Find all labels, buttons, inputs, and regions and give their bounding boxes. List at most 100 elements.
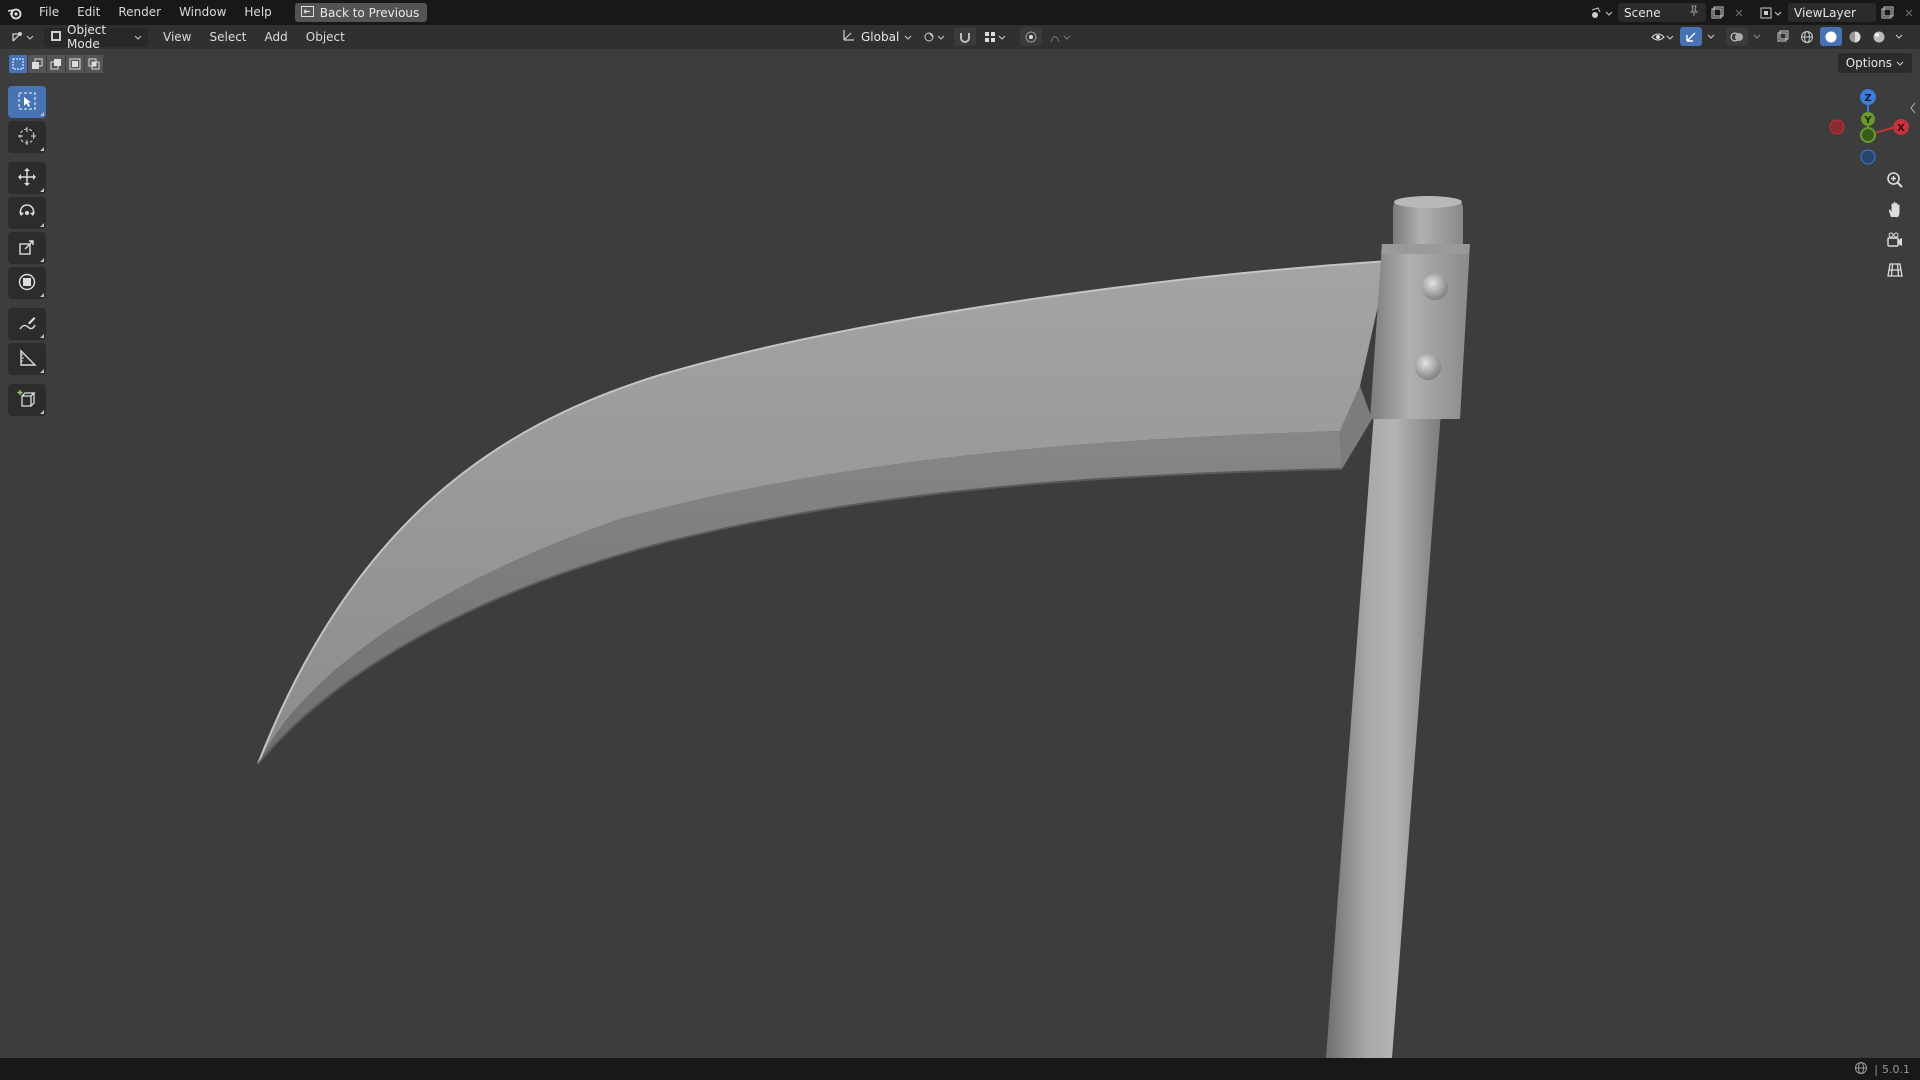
camera-icon <box>1886 231 1904 252</box>
move-icon <box>17 167 37 190</box>
chevron-down-icon <box>134 30 142 44</box>
delete-view-layer-icon[interactable] <box>1898 3 1920 22</box>
perspective-toggle-control[interactable] <box>1882 258 1908 284</box>
version-label: 5.0.1 <box>1882 1062 1910 1076</box>
scene-selector-icon[interactable] <box>1586 3 1616 22</box>
visibility-icon[interactable] <box>1648 27 1678 46</box>
snap-toggle-icon[interactable] <box>954 27 976 46</box>
options-dropdown[interactable]: Options <box>1837 53 1912 73</box>
scale-icon <box>17 237 37 260</box>
axis-neg-z-handle <box>1860 149 1876 165</box>
scythe-blade[interactable] <box>257 260 1389 765</box>
rotate-icon <box>17 202 37 225</box>
object-mode-dropdown[interactable]: Object Mode <box>44 23 148 51</box>
cursor-tool[interactable] <box>8 121 46 153</box>
select-invert-icon[interactable] <box>66 55 84 73</box>
annotate-tool[interactable] <box>8 308 46 340</box>
move-tool[interactable] <box>8 162 46 194</box>
object-mode-icon <box>50 30 62 45</box>
scythe-cap[interactable] <box>1393 196 1463 244</box>
chevron-down-icon <box>904 30 912 44</box>
annotate-icon <box>17 313 37 336</box>
select-box-tool[interactable] <box>8 86 46 118</box>
back-icon <box>300 5 314 20</box>
overlays-options-chevron-icon[interactable] <box>1750 27 1764 46</box>
shading-wireframe-icon[interactable] <box>1796 27 1818 46</box>
transform-tools-group: Global <box>836 27 1076 46</box>
menu-help[interactable]: Help <box>235 0 280 25</box>
scythe-pole[interactable] <box>1326 399 1442 1058</box>
scene-name-field[interactable]: Scene <box>1618 3 1706 22</box>
menu-file[interactable]: File <box>30 0 68 25</box>
status-divider: | <box>1874 1062 1878 1076</box>
scale-tool[interactable] <box>8 232 46 264</box>
scene-name: Scene <box>1624 5 1661 20</box>
overlays-toggle-icon[interactable] <box>1726 27 1748 46</box>
add-cube-tool[interactable] <box>8 384 46 416</box>
new-scene-icon[interactable] <box>1706 3 1728 22</box>
zoom-control[interactable] <box>1882 168 1908 194</box>
transform-orientation-label: Global <box>861 29 900 44</box>
select-new-icon[interactable] <box>9 55 27 73</box>
transform-tool[interactable] <box>8 267 46 299</box>
rivet <box>1415 354 1441 380</box>
axis-neg-y-handle <box>1860 127 1876 143</box>
select-subtract-icon[interactable] <box>47 55 65 73</box>
grid-perspective-icon <box>1886 261 1904 282</box>
shading-options-chevron-icon[interactable] <box>1892 27 1906 46</box>
transform-icon <box>17 272 37 295</box>
view-layer-selector-icon[interactable] <box>1756 3 1786 22</box>
pivot-point-icon[interactable] <box>920 27 950 46</box>
header-menu-add[interactable]: Add <box>256 30 297 44</box>
gizmo-toggle-icon[interactable] <box>1680 27 1702 46</box>
shading-solid-icon[interactable] <box>1820 27 1842 46</box>
menu-window[interactable]: Window <box>170 0 235 25</box>
editor-type-icon[interactable] <box>6 28 40 47</box>
rivet <box>1422 274 1448 300</box>
options-label: Options <box>1845 56 1892 70</box>
header-menu-object[interactable]: Object <box>297 30 354 44</box>
measure-tool[interactable] <box>8 343 46 375</box>
orientation-icon <box>842 28 856 45</box>
header-menu-select[interactable]: Select <box>200 30 255 44</box>
camera-view-control[interactable] <box>1882 228 1908 254</box>
measure-icon <box>17 348 37 371</box>
back-to-previous-button[interactable]: Back to Previous <box>294 3 428 22</box>
sidebar-toggle-icon[interactable] <box>1908 100 1918 116</box>
axis-x-label: X <box>1897 123 1905 134</box>
pin-icon[interactable] <box>1688 5 1700 20</box>
viewport-3d[interactable] <box>0 49 1920 1058</box>
shading-rendered-icon[interactable] <box>1868 27 1890 46</box>
axis-z-label: Z <box>1864 93 1871 104</box>
new-view-layer-icon[interactable] <box>1876 3 1898 22</box>
snap-target-icon[interactable] <box>980 27 1010 46</box>
selection-mode-group <box>9 55 103 73</box>
axis-y-label: Y <box>1863 115 1872 126</box>
rotate-tool[interactable] <box>8 197 46 229</box>
header-menu-view[interactable]: View <box>154 30 200 44</box>
view-layer-field[interactable]: ViewLayer <box>1788 3 1876 22</box>
back-to-previous-label: Back to Previous <box>319 5 420 20</box>
xray-toggle-icon[interactable] <box>1772 27 1794 46</box>
proportional-editing-icon[interactable] <box>1020 27 1042 46</box>
transform-orientation-dropdown[interactable]: Global <box>836 27 916 46</box>
delete-scene-icon[interactable] <box>1728 3 1750 22</box>
menu-render[interactable]: Render <box>109 0 170 25</box>
scythe-collar[interactable] <box>1370 244 1470 419</box>
blender-logo-icon[interactable] <box>0 0 30 25</box>
tool-shelf <box>8 86 48 419</box>
object-mode-label: Object Mode <box>67 23 107 51</box>
shading-material-icon[interactable] <box>1844 27 1866 46</box>
viewport-header: Object Mode View Select Add Object Globa… <box>0 23 1920 51</box>
navigation-gizmo[interactable]: Z Y X <box>1820 85 1920 170</box>
select-extend-icon[interactable] <box>28 55 46 73</box>
axis-neg-x-handle <box>1829 119 1845 135</box>
menu-edit[interactable]: Edit <box>68 0 109 25</box>
select-intersect-icon[interactable] <box>85 55 103 73</box>
pan-control[interactable] <box>1882 198 1908 224</box>
hand-icon <box>1886 201 1904 222</box>
gizmo-options-chevron-icon[interactable] <box>1704 27 1718 46</box>
falloff-curve-icon[interactable] <box>1046 27 1076 46</box>
cursor-icon <box>17 126 37 149</box>
viewport-display-tools <box>1648 27 1906 46</box>
